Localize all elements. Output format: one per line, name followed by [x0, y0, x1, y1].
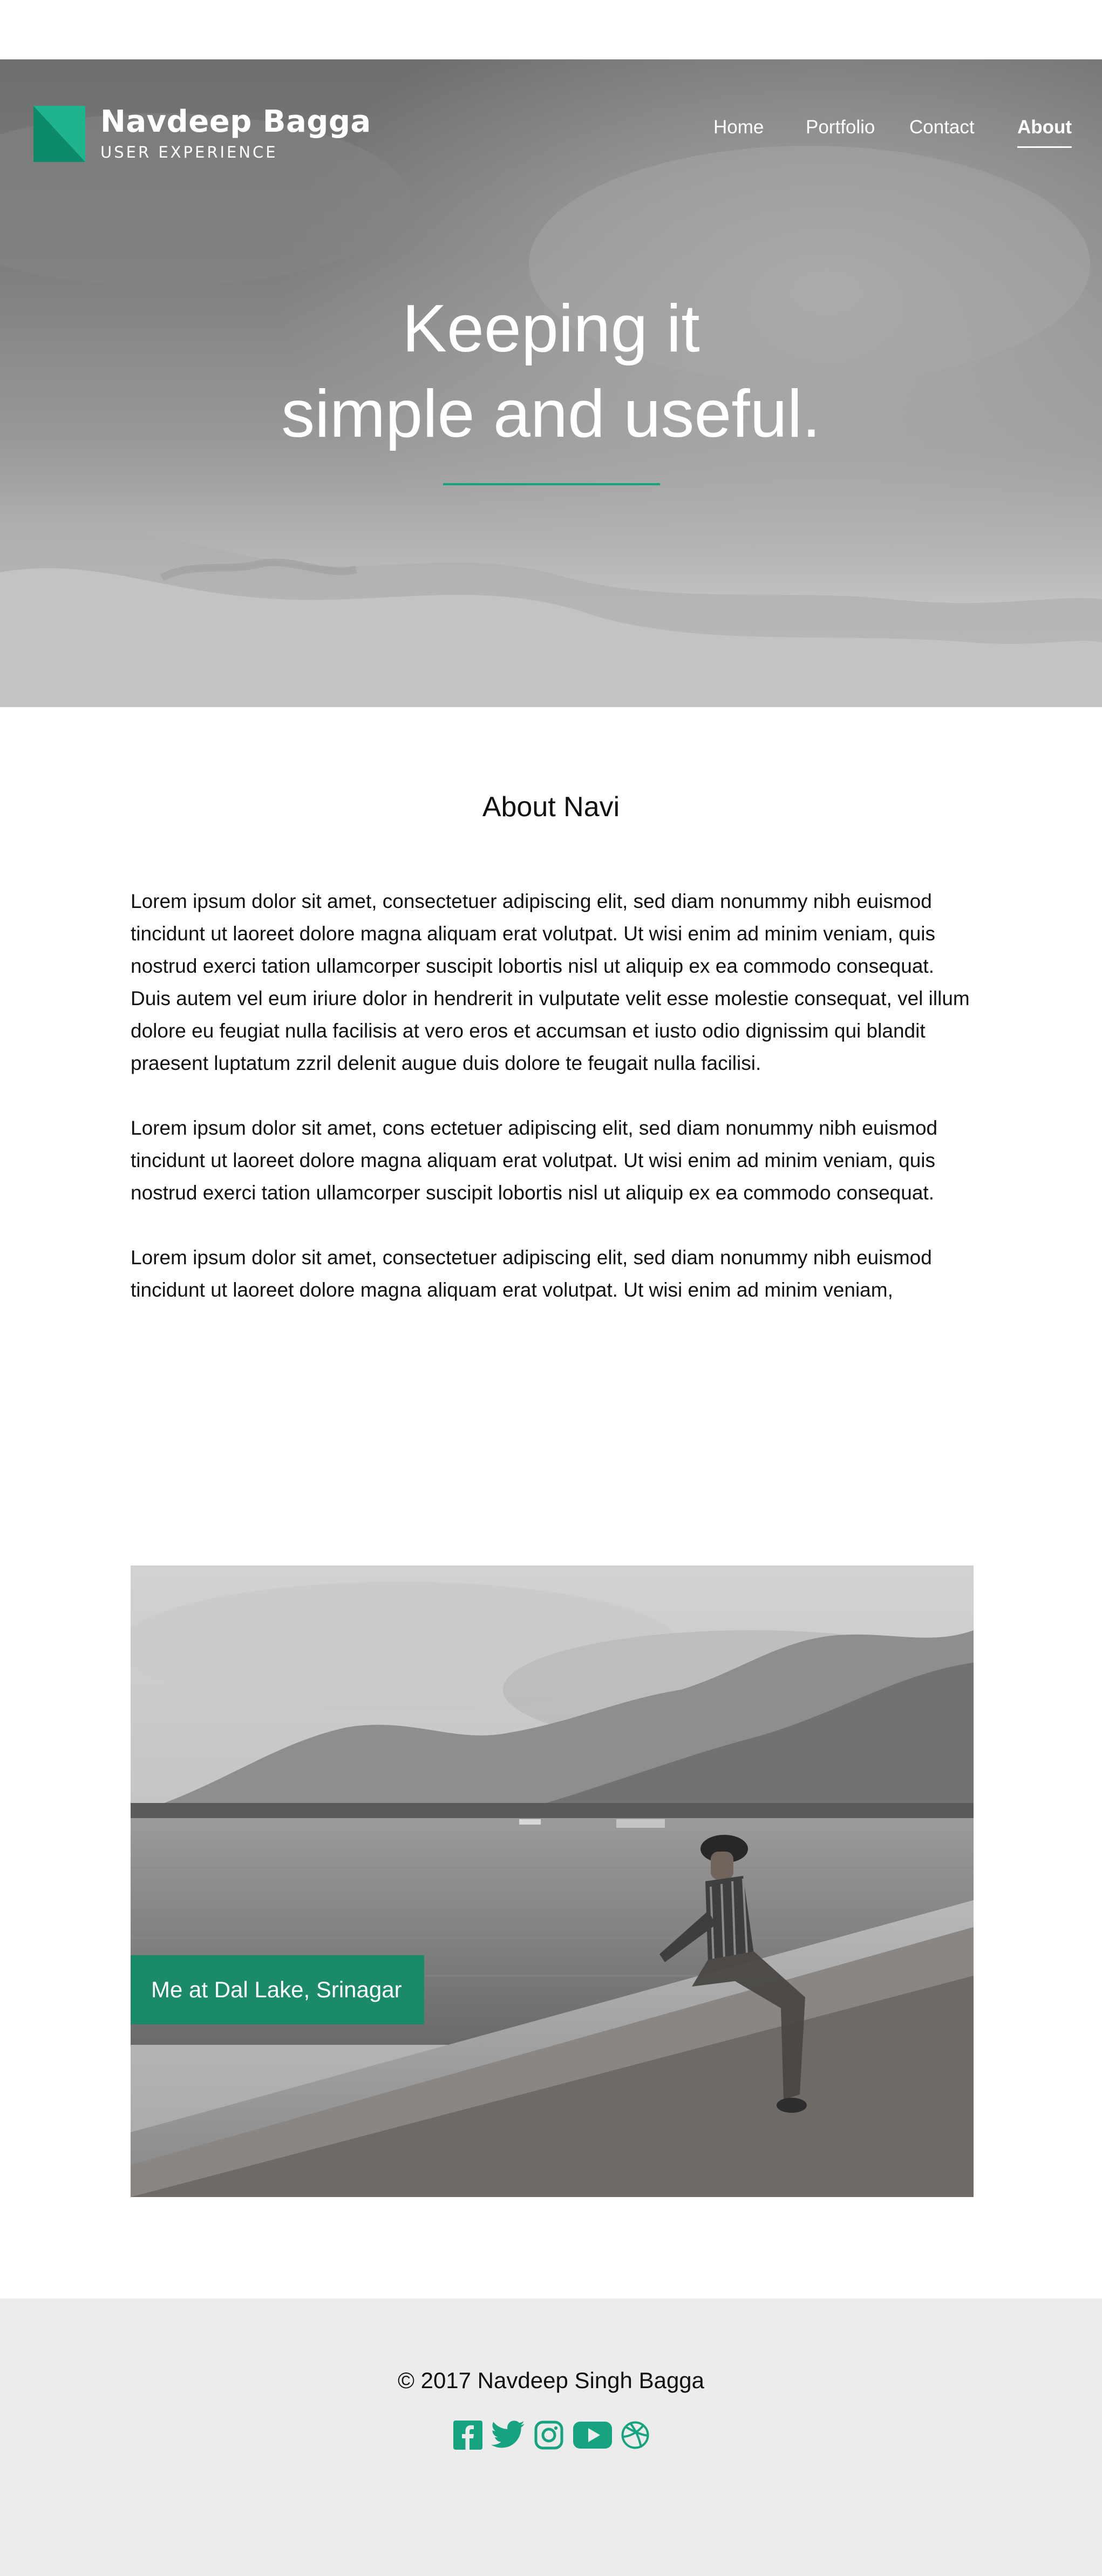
main-nav: Home Portfolio Contact About	[0, 111, 1102, 148]
about-paragraph-3: Lorem ipsum dolor sit amet, consectetuer…	[131, 1246, 932, 1301]
about-photo	[131, 1565, 974, 2197]
nav-item-home[interactable]: Home	[713, 111, 764, 144]
about-body: Lorem ipsum dolor sit amet, consectetuer…	[131, 885, 972, 1339]
nav-item-portfolio[interactable]: Portfolio	[806, 111, 875, 144]
instagram-icon[interactable]	[534, 2421, 563, 2450]
hero-section: Navdeep Bagga USER EXPERIENCE Home Portf…	[0, 59, 1102, 707]
brand-tagline: USER EXPERIENCE	[100, 143, 278, 161]
about-paragraph-1: Lorem ipsum dolor sit amet, consectetuer…	[131, 890, 970, 1074]
dal-lake-photo-image	[131, 1565, 974, 2197]
about-heading: About Navi	[482, 791, 620, 823]
copyright-text: © 2017 Navdeep Singh Bagga	[397, 2368, 705, 2393]
nav-item-about[interactable]: About	[1017, 111, 1072, 148]
hero-divider	[443, 483, 660, 485]
about-paragraph-2: Lorem ipsum dolor sit amet, cons ectetue…	[131, 1117, 938, 1204]
twitter-icon[interactable]	[491, 2421, 525, 2450]
site-footer: © 2017 Navdeep Singh Bagga	[0, 2299, 1102, 2576]
youtube-icon[interactable]	[573, 2421, 612, 2450]
hero-title: Keeping it simple and useful.	[0, 286, 1102, 457]
nav-item-contact[interactable]: Contact	[909, 111, 975, 144]
dribbble-icon[interactable]	[621, 2421, 650, 2450]
photo-caption: Me at Dal Lake, Srinagar	[131, 1955, 424, 2024]
hero-title-line-2: simple and useful.	[281, 377, 821, 451]
facebook-icon[interactable]	[453, 2421, 482, 2450]
hero-title-line-1: Keeping it	[402, 292, 700, 366]
